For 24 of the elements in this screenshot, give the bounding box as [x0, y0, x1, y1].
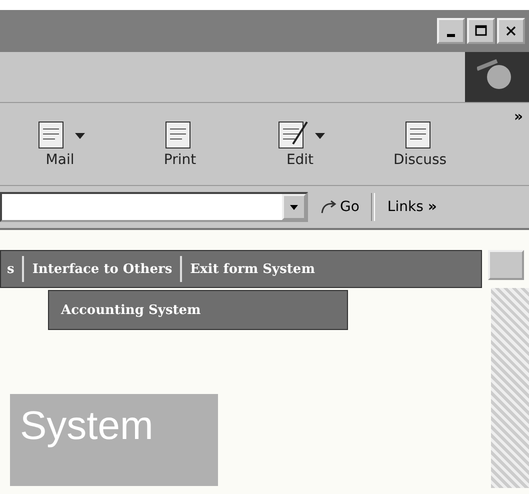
minimize-button[interactable] [437, 18, 465, 44]
address-field[interactable] [0, 192, 308, 222]
close-button[interactable] [497, 18, 525, 44]
toolbar-button[interactable]: Edit [240, 120, 360, 168]
links-button[interactable]: Links » [381, 198, 443, 216]
toolbar-overflow[interactable]: » [514, 109, 523, 125]
toolbar-button[interactable]: Mail [0, 120, 120, 168]
nav-link[interactable]: s [7, 262, 14, 276]
nav-link[interactable]: Exit form System [190, 262, 315, 276]
go-button[interactable]: Go [314, 198, 366, 216]
maximize-icon [475, 25, 487, 37]
menu-item[interactable]: Accounting System [61, 302, 201, 318]
banner-text: System [19, 404, 154, 449]
toolbar-button[interactable]: Print [120, 120, 240, 168]
minimize-icon [447, 34, 455, 36]
maximize-button[interactable] [467, 18, 495, 44]
close-icon [505, 25, 517, 37]
toolbar-button[interactable]: Discuss [360, 120, 480, 168]
caret-icon [315, 133, 325, 139]
caret-icon [75, 133, 85, 139]
nav-link[interactable]: Interface to Others [32, 262, 172, 276]
dropdown-button[interactable] [282, 194, 306, 220]
arrow-icon [320, 199, 338, 215]
caret-icon [290, 204, 298, 210]
